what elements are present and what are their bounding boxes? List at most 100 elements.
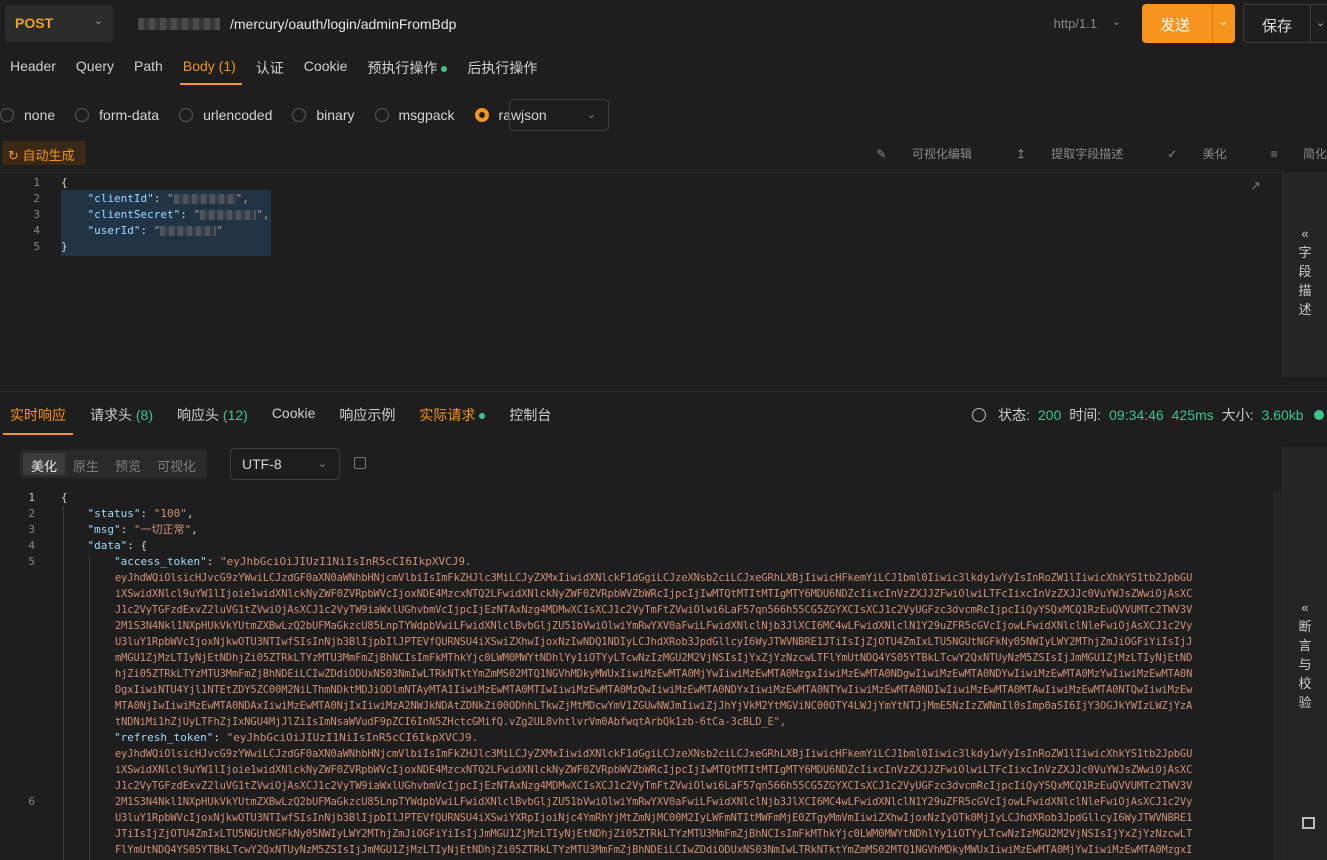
json-string: ",: [235, 192, 249, 205]
radio-form-data[interactable]: form-data: [75, 107, 159, 123]
response-body-editor[interactable]: 1 2 3 4 5 6 { "status": "100", "msg": "一…: [0, 490, 1327, 860]
tab-label: Cookie: [271, 405, 316, 421]
collapse-left-icon: «: [1301, 226, 1309, 241]
section-divider[interactable]: [0, 391, 1327, 392]
code-line: "data": {: [87, 539, 148, 552]
editor-toolbar: ✎ 可视化编辑 ↥ 提取字段描述 ✓ 美化 ≡ 简化: [832, 145, 1327, 162]
tab-body[interactable]: Body (1): [173, 50, 246, 84]
copy-icon[interactable]: [354, 457, 366, 469]
auto-generate-button[interactable]: ↻ 自动生成: [2, 141, 86, 165]
method-select[interactable]: POST ⌄: [5, 5, 113, 42]
edit-icon: ✎: [876, 147, 890, 161]
expand-icon[interactable]: ↗: [1250, 178, 1261, 194]
status-dot-icon: [1313, 410, 1324, 420]
tab-auth[interactable]: 认证: [246, 50, 294, 84]
simplify-button[interactable]: ≡ 简化: [1249, 145, 1327, 162]
url-path: /mercury/oauth/login/adminFromBdp: [230, 16, 457, 32]
code-lines: { "status": "100", "msg": "一切正常", "data"…: [61, 490, 1273, 858]
tab-actual-request[interactable]: 实际请求: [409, 399, 495, 431]
send-button[interactable]: 发送 ⌄: [1142, 4, 1235, 43]
send-options-chevron-icon[interactable]: ⌄: [1219, 15, 1228, 28]
tab-post-script[interactable]: 后执行操作: [457, 50, 547, 84]
code-line: "msg": "一切正常",: [87, 523, 198, 536]
tab-request-headers[interactable]: 请求头 (8): [80, 399, 163, 431]
tab-label: 控制台: [509, 407, 552, 423]
response-scrollbar[interactable]: [1273, 490, 1281, 860]
tab-path[interactable]: Path: [124, 50, 173, 84]
line-number: 4: [33, 224, 40, 237]
extract-desc-button[interactable]: ↥ 提取字段描述: [994, 145, 1123, 162]
view-visual[interactable]: 可视化: [149, 453, 204, 475]
token-wrap-line: DgxIiwiNTU4Yjl1NTEtZDY5ZC00M2NiLThmNDktM…: [115, 684, 1193, 696]
time-label: 时间:: [1069, 407, 1102, 423]
collapse-left-icon: «: [1301, 600, 1309, 615]
tab-response-example[interactable]: 响应示例: [329, 399, 405, 431]
code-line: {: [61, 173, 269, 189]
view-raw[interactable]: 原生: [65, 453, 107, 475]
url-input[interactable]: /mercury/oauth/login/adminFromBdp http/1…: [122, 5, 1135, 42]
tab-response-headers[interactable]: 响应头 (12): [167, 399, 258, 431]
token-wrap-line: eyJhdWQiOlsicHJvcG9zYWwiLCJzdGF0aXN0aWNh…: [115, 748, 1193, 760]
code-line: "status": "100",: [87, 507, 194, 520]
json-key: "status": [87, 507, 141, 520]
tab-cookie[interactable]: Cookie: [294, 50, 358, 84]
line-number: 2: [28, 507, 35, 520]
assertion-vertical: « 断言与校验: [1296, 598, 1314, 712]
radio-none[interactable]: none: [0, 107, 55, 123]
tab-header[interactable]: Header: [0, 50, 66, 84]
beautify-button[interactable]: ✓ 美化: [1145, 145, 1226, 162]
json-key: "clientId": [87, 192, 154, 205]
layout-icon[interactable]: [1302, 817, 1315, 829]
radio-label: form-data: [99, 107, 160, 123]
radio-label: none: [24, 107, 56, 123]
code-line: "clientId": " ",: [87, 192, 249, 205]
globe-icon[interactable]: [972, 408, 986, 422]
encoding-select[interactable]: UTF-8 ⌄: [230, 448, 340, 480]
redacted-value: [173, 194, 236, 204]
json-string: ": [166, 192, 174, 205]
line-number: 4: [28, 539, 35, 552]
body-format-select[interactable]: json ⌄: [509, 99, 609, 131]
radio-urlencoded[interactable]: urlencoded: [179, 107, 272, 123]
token-wrap-line: tNDNiMi1hZjUyLTFhZjIxNGU4MjJlZiIsImNsaWV…: [115, 716, 786, 728]
line-number: 5: [28, 555, 35, 568]
size-value: 3.60kb: [1261, 407, 1304, 423]
tab-label: 实际请求: [419, 407, 476, 423]
code-line: "clientSecret": " ",: [87, 208, 270, 221]
json-string: ": [216, 224, 223, 237]
request-body-editor[interactable]: 1 2 3 4 5 { "clientId": " ", "clientSecre…: [0, 172, 1327, 377]
line-number: 1: [33, 176, 40, 189]
field-description-panel[interactable]: « 字段描述: [1282, 172, 1327, 377]
tab-live-response[interactable]: 实时响应: [0, 399, 76, 431]
save-button[interactable]: 保存 ⌄: [1243, 4, 1327, 43]
refresh-icon: ↻: [8, 148, 19, 163]
response-tabs: 实时响应 请求头 (8) 响应头 (12) Cookie 响应示例 实际请求 控…: [0, 399, 565, 431]
assertion-panel[interactable]: « 断言与校验: [1282, 447, 1327, 860]
radio-circle-icon: [179, 108, 194, 122]
tab-label: 后执行操作: [467, 60, 538, 76]
tab-label: 预执行操作: [367, 60, 438, 76]
radio-label: urlencoded: [203, 107, 273, 123]
code-line: "access_token": "eyJhbGciOiJIUzI1NiIsInR…: [113, 555, 472, 568]
view-preview[interactable]: 预览: [107, 453, 149, 475]
radio-msgpack[interactable]: msgpack: [374, 107, 455, 123]
brace: }: [61, 240, 68, 253]
tab-query[interactable]: Query: [66, 50, 124, 84]
body-format-value: json: [521, 107, 547, 123]
radio-binary[interactable]: binary: [292, 107, 355, 123]
status-value: 200: [1037, 407, 1062, 423]
compress-icon: ≡: [1270, 147, 1281, 161]
chevron-down-icon: ⌄: [586, 109, 596, 121]
tab-label: Query: [75, 58, 115, 74]
visual-edit-button[interactable]: ✎ 可视化编辑: [854, 145, 971, 162]
save-options-chevron-icon[interactable]: ⌄: [1316, 16, 1325, 29]
tab-console[interactable]: 控制台: [499, 399, 561, 431]
view-beautify[interactable]: 美化: [23, 453, 66, 475]
code-line: "refresh_token": "eyJhbGciOiJIUzI1NiIsIn…: [113, 731, 479, 744]
field-desc-vertical: « 字段描述: [1296, 224, 1314, 319]
http-version-select[interactable]: http/1.1: [1054, 16, 1097, 31]
code-line: "userId": " ": [87, 224, 223, 237]
tab-cookie-response[interactable]: Cookie: [262, 399, 326, 431]
tab-pre-script[interactable]: 预执行操作: [357, 50, 457, 84]
tab-label: Cookie: [303, 58, 348, 74]
